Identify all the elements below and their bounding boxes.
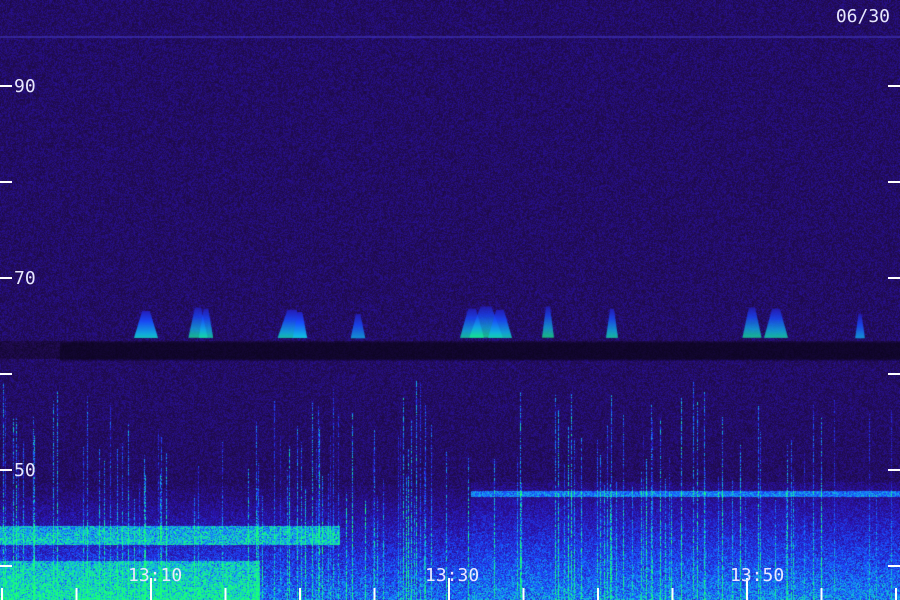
x-tick-labels: 13:10 13:30 13:50 xyxy=(128,565,784,586)
x-tick-label-1330: 13:30 xyxy=(425,565,479,586)
date-label: 06/30 xyxy=(835,6,890,27)
y-tick-label-90: 90 xyxy=(14,76,36,97)
y-axis-right xyxy=(888,85,900,567)
axis-overlay: 90 70 50 13:10 13:30 13:50 xyxy=(0,76,900,600)
y-tick-label-70: 70 xyxy=(14,268,36,289)
x-tick-label-1350: 13:50 xyxy=(730,565,784,586)
y-axis-left: 90 70 50 xyxy=(0,76,36,567)
y-tick-label-50: 50 xyxy=(14,460,36,481)
x-tick-label-1310: 13:10 xyxy=(128,565,182,586)
